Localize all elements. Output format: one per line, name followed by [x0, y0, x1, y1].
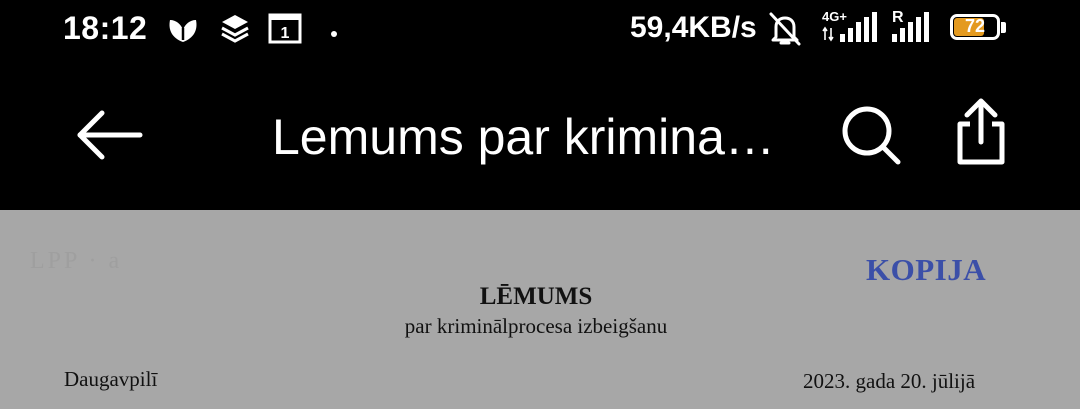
data-arrows-icon: [822, 26, 834, 47]
document-date: 2023. gada 20. jūlijā: [803, 369, 976, 393]
calendar-1-icon: 1: [268, 12, 302, 49]
document-place: Daugavpilī: [64, 367, 158, 391]
app-bar: Lemums par krimina…: [0, 60, 1080, 210]
battery-icon: 72: [950, 14, 1008, 44]
decision-title: LĒMUMS: [479, 283, 593, 310]
search-button[interactable]: [836, 100, 906, 170]
document-page: LPP · a KOPIJA LĒMUMS par kriminālproces…: [0, 210, 1080, 409]
status-bar: 18:12 1 59,4KB/s 4G+ R 72: [0, 0, 1080, 60]
share-button[interactable]: [946, 96, 1016, 172]
app-notification-icon: [166, 14, 200, 49]
battery-percent: 72: [964, 16, 986, 36]
signal-icon: [836, 12, 880, 49]
dot-icon: [330, 25, 338, 43]
signal-roaming-icon: [890, 12, 936, 49]
svg-text:1: 1: [281, 25, 290, 42]
document-title: Lemums par krimina…: [272, 109, 775, 165]
faded-header-text: LPP · a: [30, 248, 123, 274]
back-arrow-icon: [77, 110, 143, 160]
search-icon: [842, 106, 901, 165]
network-speed: 59,4KB/s: [630, 11, 757, 44]
bell-off-icon: [766, 10, 804, 53]
status-time: 18:12: [63, 10, 148, 46]
layers-icon: [219, 12, 251, 49]
share-icon: [957, 98, 1005, 165]
back-button[interactable]: [72, 100, 152, 170]
decision-subtitle: par kriminālprocesa izbeigšanu: [404, 314, 668, 338]
